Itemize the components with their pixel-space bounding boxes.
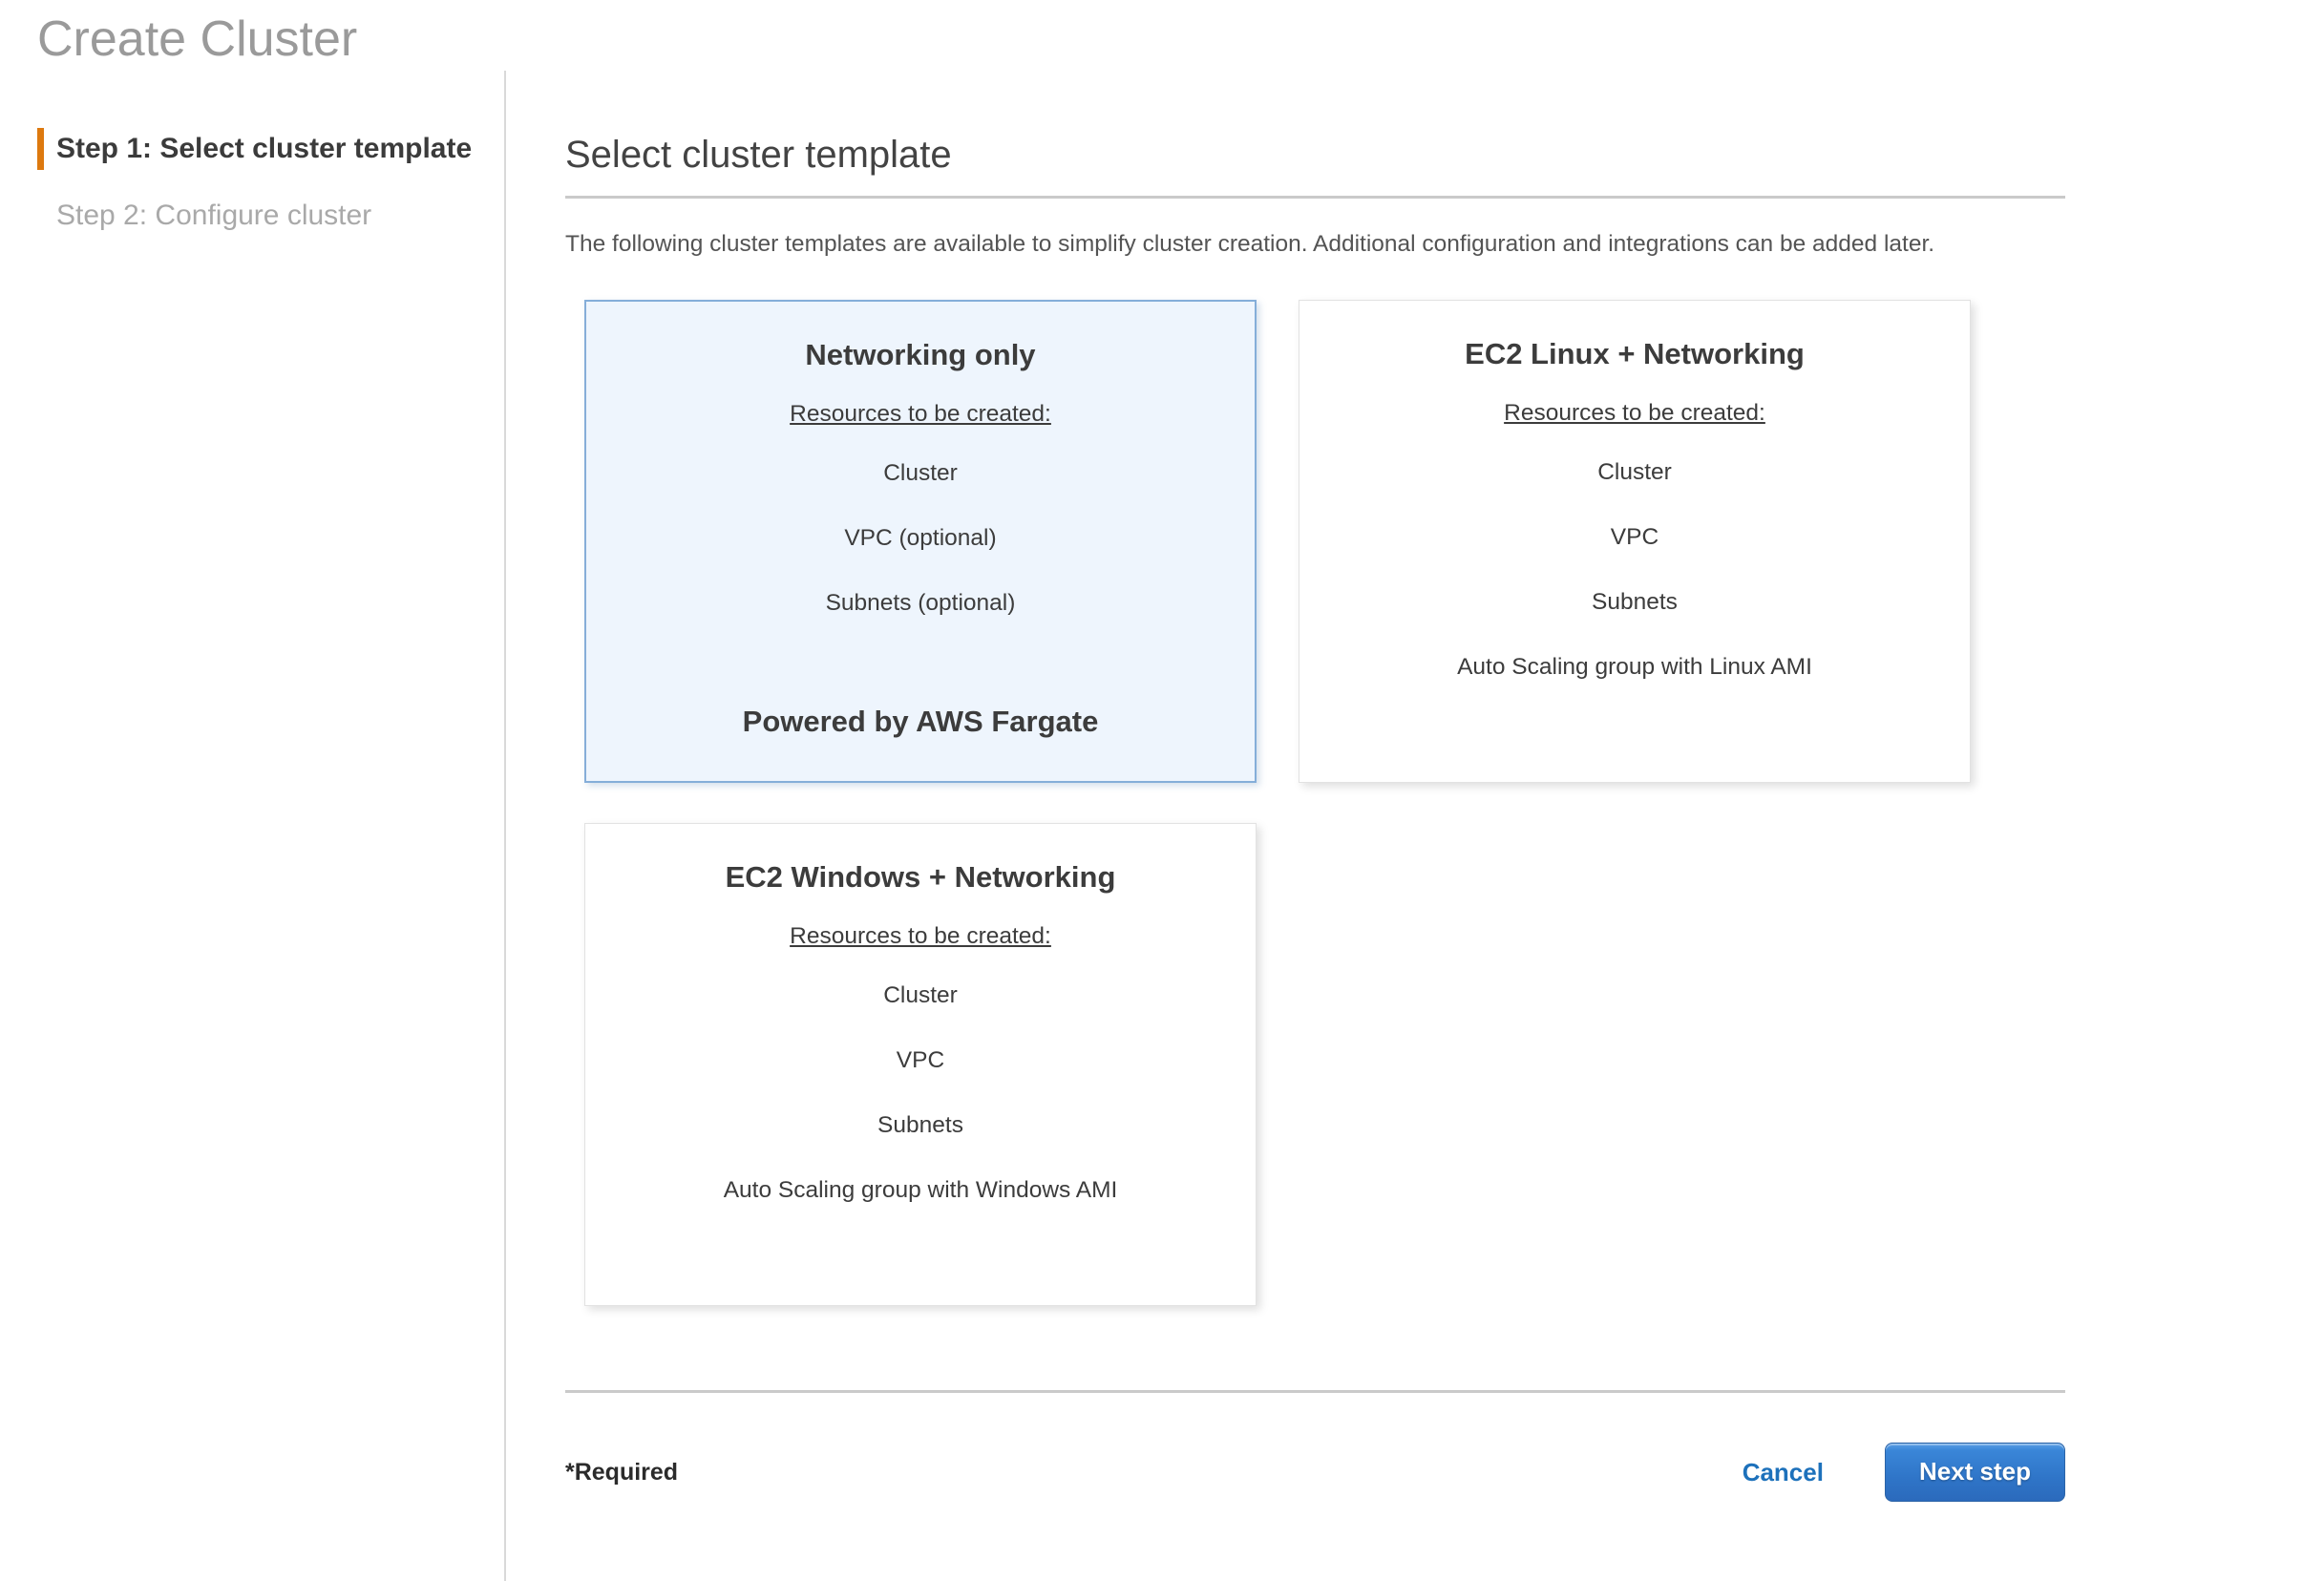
card-resource-item: Cluster <box>724 982 1118 1009</box>
template-card-ec2-windows-networking[interactable]: EC2 Windows + Networking Resources to be… <box>584 823 1257 1306</box>
card-resource-item: Subnets <box>1457 589 1812 616</box>
sidebar-step-1-select-cluster-template[interactable]: Step 1: Select cluster template <box>37 128 504 170</box>
footer-divider <box>565 1390 2065 1393</box>
sidebar-step-2-configure-cluster[interactable]: Step 2: Configure cluster <box>37 195 504 237</box>
card-resource-item: Subnets (optional) <box>826 590 1016 617</box>
card-title: EC2 Windows + Networking <box>726 860 1116 895</box>
section-description: The following cluster templates are avai… <box>565 223 1959 265</box>
template-card-ec2-linux-networking[interactable]: EC2 Linux + Networking Resources to be c… <box>1299 300 1971 783</box>
card-resources-label: Resources to be created: <box>790 923 1051 950</box>
card-resource-item: Auto Scaling group with Windows AMI <box>724 1177 1118 1204</box>
card-footer-note: Powered by AWS Fargate <box>743 705 1099 739</box>
section-heading: Select cluster template <box>565 134 2065 177</box>
wizard-steps-sidebar: Step 1: Select cluster template Step 2: … <box>0 71 506 1581</box>
card-resource-item: Cluster <box>1457 459 1812 486</box>
card-title: EC2 Linux + Networking <box>1465 337 1805 371</box>
template-card-networking-only[interactable]: Networking only Resources to be created:… <box>584 300 1257 783</box>
card-resources-label: Resources to be created: <box>1504 400 1765 427</box>
main-panel: Select cluster template The following cl… <box>506 71 2065 1581</box>
next-step-button[interactable]: Next step <box>1885 1443 2065 1502</box>
card-title: Networking only <box>805 338 1035 372</box>
card-resources-label: Resources to be created: <box>790 401 1051 428</box>
card-resources-list: Cluster VPC (optional) Subnets (optional) <box>826 460 1016 655</box>
card-resources-list: Cluster VPC Subnets Auto Scaling group with… <box>724 982 1118 1242</box>
cancel-button[interactable]: Cancel <box>1743 1458 1824 1487</box>
card-resource-item: Auto Scaling group with Linux AMI <box>1457 654 1812 681</box>
card-resource-item: VPC (optional) <box>826 525 1016 552</box>
cluster-template-cards: Networking only Resources to be created:… <box>584 300 2065 1306</box>
card-resource-item: VPC <box>724 1047 1118 1074</box>
wizard-footer: *Required Cancel Next step <box>565 1443 2065 1502</box>
card-resources-list: Cluster VPC Subnets Auto Scaling group with… <box>1457 459 1812 719</box>
required-note: *Required <box>565 1459 678 1486</box>
card-resource-item: Cluster <box>826 460 1016 487</box>
page-title: Create Cluster <box>0 0 2324 71</box>
footer-actions: Cancel Next step <box>1743 1443 2065 1502</box>
card-resource-item: Subnets <box>724 1112 1118 1139</box>
heading-divider <box>565 196 2065 199</box>
card-resource-item: VPC <box>1457 524 1812 551</box>
wizard-layout: Step 1: Select cluster template Step 2: … <box>0 71 2324 1581</box>
